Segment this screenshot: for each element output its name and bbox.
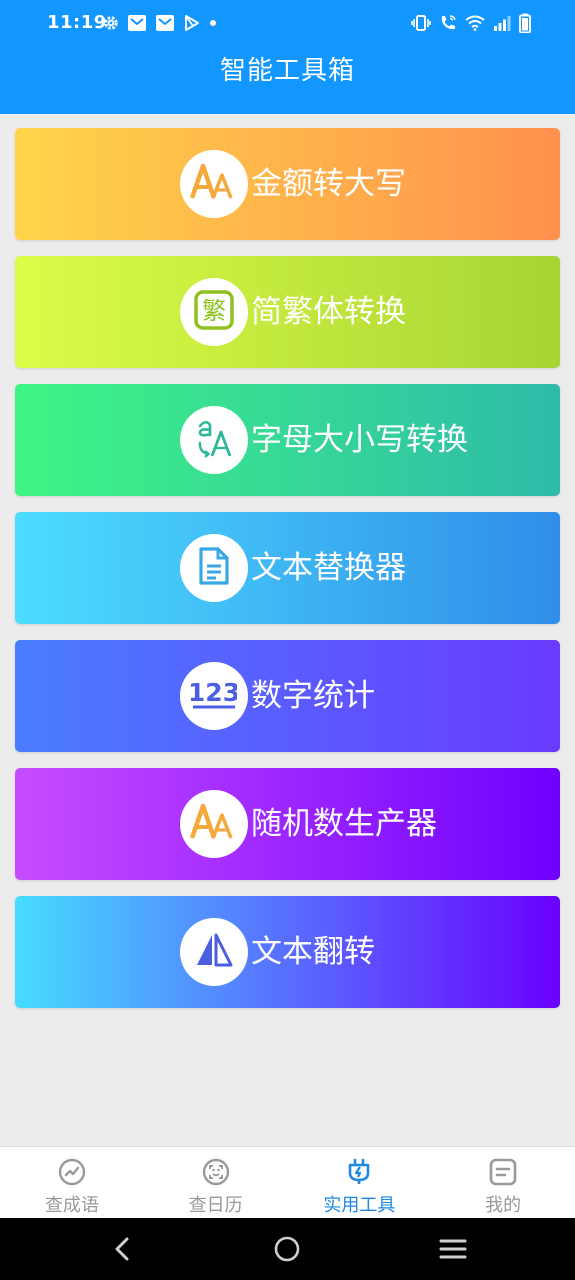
mail-icon <box>127 14 147 32</box>
tool-label: 字母大小写转换 <box>251 422 468 458</box>
tool-label: 随机数生产器 <box>251 806 437 842</box>
face-scan-icon <box>201 1157 231 1187</box>
nav-label: 实用工具 <box>323 1195 396 1216</box>
number-123-icon: 123 <box>188 677 240 715</box>
vibrate-icon <box>411 15 431 31</box>
tool-card-random-number[interactable]: 随机数生产器 <box>15 768 560 880</box>
app-screen: 11:19 智能工具箱 金额转大写 繁 简繁体转换 字母大小写转换 文本替换器 … <box>0 0 575 1280</box>
document-icon <box>197 546 231 590</box>
svg-text:繁: 繁 <box>202 297 226 325</box>
home-icon[interactable] <box>270 1232 304 1266</box>
tool-icon-container: 繁 <box>180 278 248 346</box>
system-nav-bar <box>0 1218 575 1280</box>
nav-item-idiom[interactable]: 查成语 <box>0 1147 144 1219</box>
traditional-char-icon: 繁 <box>193 289 235 335</box>
plug-icon <box>344 1157 374 1187</box>
back-icon[interactable] <box>105 1232 139 1266</box>
battery-icon <box>519 13 531 33</box>
dot-icon <box>209 19 217 27</box>
tool-card-text-flip[interactable]: 文本翻转 <box>15 896 560 1008</box>
tool-label: 金额转大写 <box>251 166 406 202</box>
tool-label: 文本翻转 <box>251 934 375 970</box>
tool-card-text-replacer[interactable]: 文本替换器 <box>15 512 560 624</box>
nav-label: 查成语 <box>44 1195 99 1216</box>
tool-label: 数字统计 <box>251 678 375 714</box>
tool-icon-container <box>180 150 248 218</box>
play-store-icon <box>183 14 201 32</box>
wifi-icon <box>465 15 485 31</box>
bottom-nav: 查成语 查日历 实用工具 我的 <box>0 1146 575 1219</box>
profile-card-icon <box>488 1157 518 1187</box>
menu-icon[interactable] <box>436 1232 470 1266</box>
page-title: 智能工具箱 <box>219 56 355 86</box>
tool-icon-container: 123 <box>180 662 248 730</box>
wifi-call-icon <box>439 14 457 32</box>
mail-icon <box>155 14 175 32</box>
tool-card-number-stats[interactable]: 123 数字统计 <box>15 640 560 752</box>
signal-icon <box>493 15 511 31</box>
svg-text:123: 123 <box>191 678 237 707</box>
tool-card-amount-uppercase[interactable]: 金额转大写 <box>15 128 560 240</box>
chart-circle-icon <box>57 1157 87 1187</box>
status-left-icons <box>103 12 217 34</box>
nav-item-mine[interactable]: 我的 <box>431 1147 575 1219</box>
nav-label: 查日历 <box>188 1195 243 1216</box>
tool-icon-container <box>180 406 248 474</box>
tool-icon-container <box>180 790 248 858</box>
tool-card-letter-case[interactable]: 字母大小写转换 <box>15 384 560 496</box>
tool-icon-container <box>180 534 248 602</box>
nav-label: 我的 <box>485 1195 522 1216</box>
tool-card-simplified-traditional[interactable]: 繁 简繁体转换 <box>15 256 560 368</box>
letter-aa-icon <box>189 802 239 846</box>
status-right-icons <box>411 12 531 34</box>
letter-case-icon <box>194 416 234 464</box>
gear-icon <box>103 15 119 31</box>
letter-aa-icon <box>189 162 239 206</box>
tool-label: 简繁体转换 <box>251 294 406 330</box>
status-time: 11:19 <box>47 12 107 33</box>
app-header: 11:19 智能工具箱 <box>0 0 575 114</box>
tool-icon-container <box>180 918 248 986</box>
tool-label: 文本替换器 <box>251 550 406 586</box>
nav-item-calendar[interactable]: 查日历 <box>144 1147 288 1219</box>
tool-list: 金额转大写 繁 简繁体转换 字母大小写转换 文本替换器 123 数字统计 随机数… <box>15 128 560 1024</box>
flip-icon <box>194 933 234 971</box>
nav-item-tools[interactable]: 实用工具 <box>288 1147 432 1219</box>
